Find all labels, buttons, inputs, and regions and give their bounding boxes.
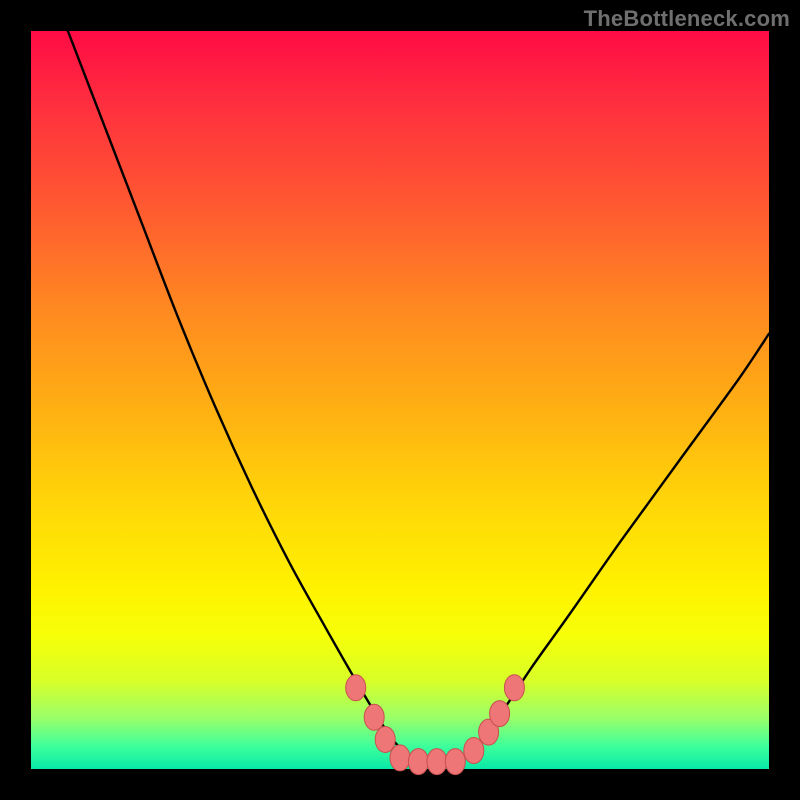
curve-marker [504, 675, 524, 701]
watermark-text: TheBottleneck.com [584, 6, 790, 32]
curve-marker [408, 749, 428, 775]
curve-marker [390, 745, 410, 771]
curve-marker [445, 749, 465, 775]
curve-marker [375, 727, 395, 753]
curve-marker [427, 749, 447, 775]
curve-marker [490, 701, 510, 727]
plot-area [31, 31, 769, 769]
marker-group [346, 675, 525, 775]
bottleneck-curve [68, 31, 769, 762]
curve-marker [464, 738, 484, 764]
chart-frame: TheBottleneck.com [0, 0, 800, 800]
curve-marker [346, 675, 366, 701]
curve-marker [364, 704, 384, 730]
curve-layer [31, 31, 769, 769]
